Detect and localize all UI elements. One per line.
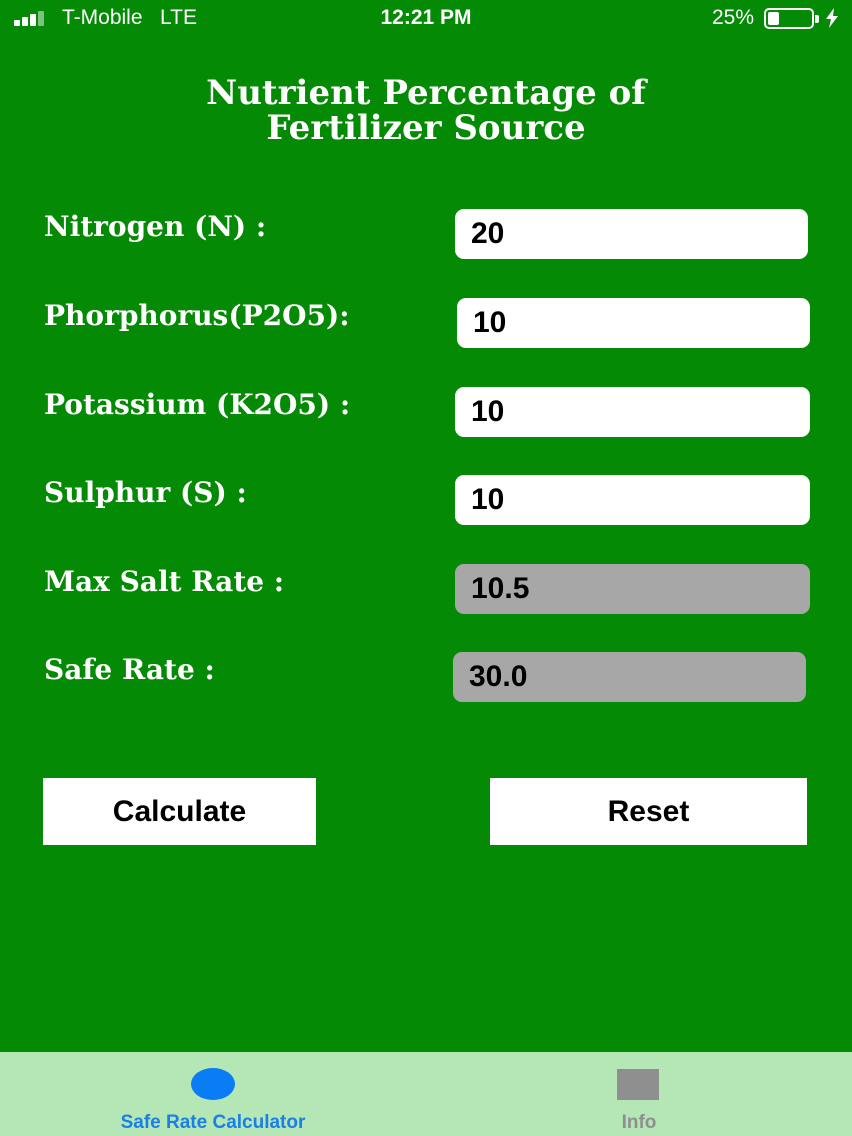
nitrogen-input[interactable]: 20 bbox=[455, 209, 808, 259]
square-icon bbox=[617, 1069, 659, 1100]
page-title: Nutrient Percentage of Fertilizer Source bbox=[206, 73, 646, 148]
nitrogen-label: Nitrogen (N) : bbox=[44, 210, 267, 243]
status-bar: T-Mobile LTE 12:21 PM 25% bbox=[0, 0, 852, 36]
tab-bar: Safe Rate Calculator Info bbox=[0, 1052, 852, 1136]
battery-icon bbox=[764, 8, 819, 29]
phosphorus-input[interactable]: 10 bbox=[457, 298, 810, 348]
phosphorus-label: Phorphorus(P2O5): bbox=[44, 299, 350, 332]
safe-rate-output: 30.0 bbox=[453, 652, 806, 702]
potassium-input[interactable]: 10 bbox=[455, 387, 810, 437]
circle-icon bbox=[191, 1068, 235, 1100]
reset-button[interactable]: Reset bbox=[490, 778, 807, 845]
max-salt-rate-label: Max Salt Rate : bbox=[44, 565, 285, 598]
sulphur-label: Sulphur (S) : bbox=[44, 476, 247, 509]
tab-safe-rate-calculator[interactable]: Safe Rate Calculator bbox=[63, 1052, 363, 1136]
sulphur-input[interactable]: 10 bbox=[455, 475, 810, 525]
tab-label-info: Info bbox=[621, 1112, 657, 1133]
safe-rate-label: Safe Rate : bbox=[44, 653, 215, 686]
max-salt-rate-output: 10.5 bbox=[455, 564, 810, 614]
calculate-button[interactable]: Calculate bbox=[43, 778, 316, 845]
tab-info[interactable]: Info bbox=[489, 1052, 789, 1136]
tab-label-safe-rate-calculator: Safe Rate Calculator bbox=[120, 1112, 306, 1133]
battery-percent: 25% bbox=[711, 6, 754, 29]
potassium-label: Potassium (K2O5) : bbox=[44, 388, 351, 421]
charging-bolt-icon bbox=[826, 8, 838, 28]
